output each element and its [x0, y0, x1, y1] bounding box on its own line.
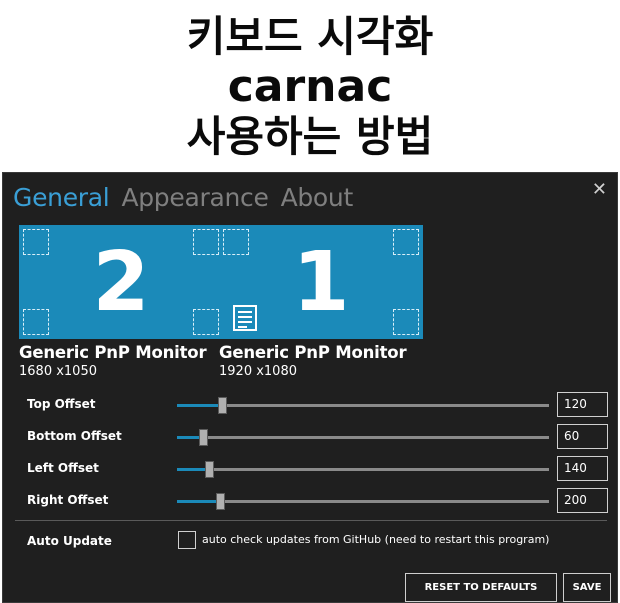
slider-thumb[interactable]	[217, 397, 227, 414]
auto-update-row: Auto Update auto check updates from GitH…	[3, 529, 619, 553]
monitor-screen[interactable]: 1	[219, 225, 423, 339]
left-offset-slider[interactable]	[177, 461, 549, 478]
bottom-offset-slider[interactable]	[177, 429, 549, 446]
top-offset-slider[interactable]	[177, 397, 549, 414]
slider-thumb[interactable]	[204, 461, 214, 478]
bottom-offset-label: Bottom Offset	[27, 429, 122, 443]
tab-appearance[interactable]: Appearance	[121, 183, 268, 212]
close-icon[interactable]: ✕	[592, 179, 607, 200]
top-offset-label: Top Offset	[27, 397, 96, 411]
slider-fill	[177, 404, 222, 407]
right-offset-label: Right Offset	[27, 493, 109, 507]
monitor-name: Generic PnP Monitor	[19, 343, 207, 362]
top-offset-input[interactable]: 120	[557, 392, 608, 417]
left-offset-label: Left Offset	[27, 461, 99, 475]
tab-bar: General Appearance About	[13, 183, 353, 212]
banner-line-3: 사용하는 방법	[186, 112, 434, 161]
monitor-resolution: 1920 x1080	[219, 364, 297, 379]
document-icon	[233, 305, 257, 331]
auto-update-checkbox-label[interactable]: auto check updates from GitHub (need to …	[202, 533, 549, 546]
settings-window: General Appearance About ✕ 2 Generic PnP…	[2, 172, 618, 603]
monitor-number: 2	[92, 235, 150, 330]
monitor-card-2[interactable]: 2 Generic PnP Monitor 1680 x1050	[19, 225, 223, 379]
tab-about[interactable]: About	[281, 183, 354, 212]
offset-row-right: Right Offset 200	[3, 488, 619, 514]
banner-line-1: 키보드 시각화	[186, 12, 434, 61]
monitor-resolution: 1680 x1050	[19, 364, 97, 379]
slider-fill	[177, 500, 220, 503]
monitor-screen[interactable]: 2	[19, 225, 223, 339]
offset-row-left: Left Offset 140	[3, 456, 619, 482]
left-offset-input[interactable]: 140	[557, 456, 608, 481]
slider-thumb[interactable]	[199, 429, 209, 446]
offset-row-top: Top Offset 120	[3, 392, 619, 418]
auto-update-label: Auto Update	[27, 534, 112, 548]
slider-thumb[interactable]	[215, 493, 225, 510]
offset-row-bottom: Bottom Offset 60	[3, 424, 619, 450]
divider	[15, 520, 607, 521]
right-offset-slider[interactable]	[177, 493, 549, 510]
monitor-card-1[interactable]: 1 Generic PnP Monitor 1920 x1080	[219, 225, 423, 379]
auto-update-checkbox[interactable]	[178, 531, 196, 549]
tab-general[interactable]: General	[13, 183, 110, 212]
reset-to-defaults-button[interactable]: RESET TO DEFAULTS	[405, 573, 557, 602]
bottom-offset-input[interactable]: 60	[557, 424, 608, 449]
monitor-name: Generic PnP Monitor	[219, 343, 407, 362]
banner-line-2: carnac	[227, 61, 393, 112]
save-button[interactable]: SAVE	[563, 573, 611, 602]
right-offset-input[interactable]: 200	[557, 488, 608, 513]
title-banner: 키보드 시각화 carnac 사용하는 방법	[0, 0, 620, 172]
